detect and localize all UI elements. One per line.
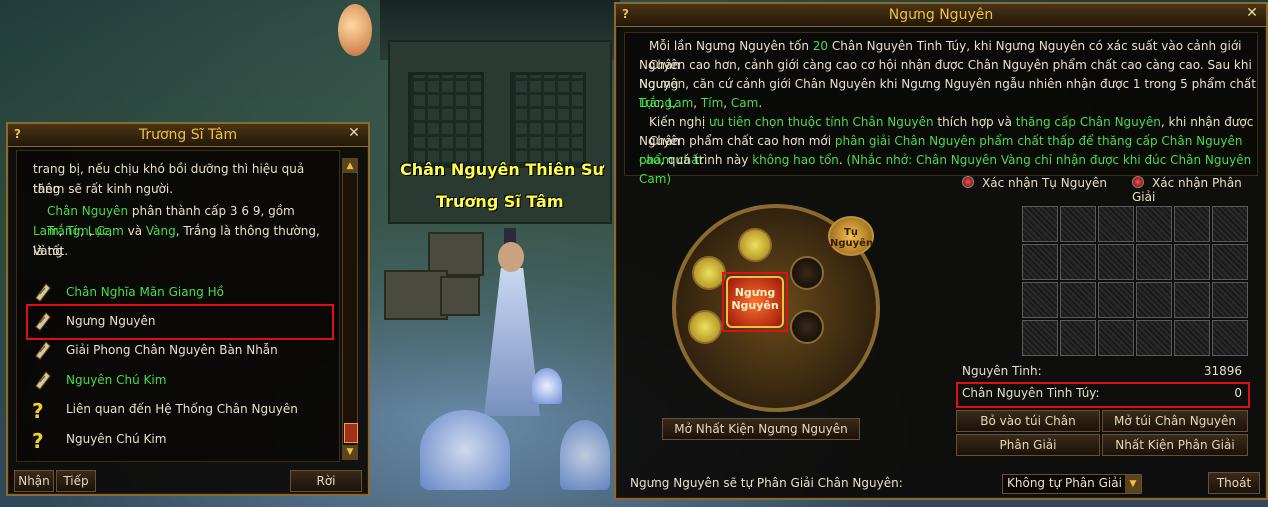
chevron-down-icon[interactable]: ▼	[1125, 475, 1141, 493]
essence-stat: Nguyên Tinh: 31896	[962, 364, 1242, 378]
receive-button[interactable]: Nhận	[14, 470, 54, 492]
grid-cell[interactable]	[1022, 320, 1058, 356]
batch-decompose-button[interactable]: Nhất Kiện Phân Giải	[1102, 434, 1248, 456]
lotus-icon	[560, 420, 610, 490]
lattice-window	[510, 72, 586, 168]
lattice-window	[408, 72, 484, 168]
description-box: Mỗi lần Ngưng Nguyên tốn 20 Chân Nguyên …	[624, 32, 1258, 186]
decompose-button[interactable]: Phân Giải	[956, 434, 1100, 456]
scrollbar[interactable]: ▲ ▼	[342, 158, 358, 460]
panel-titlebar[interactable]: ? Ngưng Nguyên ✕	[616, 4, 1266, 27]
grid-cell[interactable]	[1098, 206, 1134, 242]
lantern-icon	[338, 4, 372, 56]
question-icon: ?	[32, 399, 44, 423]
desc-line-4: Lục, Lam, Tím, Cam.	[639, 96, 763, 110]
lotus-icon	[532, 368, 562, 404]
gather-badge-button[interactable]: Tụ Nguyên	[828, 216, 874, 256]
grid-cell[interactable]	[1136, 320, 1172, 356]
open-all-button[interactable]: Mở Nhất Kiện Ngưng Nguyên	[662, 418, 860, 440]
question-icon: ?	[32, 429, 44, 453]
confirm-decompose-radio[interactable]: Xác nhận Phân Giải	[1132, 176, 1266, 204]
dialog-option-2[interactable]: Giải Phong Chân Nguyên Bàn Nhẫn	[30, 338, 330, 364]
grid-cell[interactable]	[1174, 206, 1210, 242]
wheel-slot[interactable]	[790, 310, 824, 344]
wheel-slot[interactable]	[790, 256, 824, 290]
exit-button[interactable]: Thoát	[1208, 472, 1260, 494]
close-icon[interactable]: ✕	[346, 125, 362, 141]
dialog-text-2: thêm sẽ rất kinh người.	[33, 182, 174, 196]
grid-cell[interactable]	[1212, 282, 1248, 318]
crate	[384, 270, 448, 320]
close-icon[interactable]: ✕	[1244, 5, 1260, 21]
lotus-icon	[420, 410, 510, 490]
option-label: Chân Nghĩa Mãn Giang Hồ	[66, 285, 224, 299]
dialog-text-5: là tốt.	[33, 244, 69, 258]
highlight-box	[722, 272, 788, 332]
scroll-thumb[interactable]	[344, 423, 358, 443]
grid-cell[interactable]	[1060, 320, 1096, 356]
grid-cell[interactable]	[1174, 244, 1210, 280]
grid-cell[interactable]	[1212, 244, 1248, 280]
grid-cell[interactable]	[1136, 282, 1172, 318]
grid-cell[interactable]	[1022, 206, 1058, 242]
dialog-title: Trương Sĩ Tâm	[138, 127, 238, 143]
grid-cell[interactable]	[1022, 282, 1058, 318]
npc-name: Trương Sĩ Tâm	[436, 192, 564, 211]
panel-title: Ngưng Nguyên	[888, 7, 994, 23]
grid-cell[interactable]	[1174, 320, 1210, 356]
grid-cell[interactable]	[1136, 244, 1172, 280]
radio-dot-icon	[1132, 176, 1144, 188]
grid-cell[interactable]	[1060, 244, 1096, 280]
auto-decompose-select[interactable]: Không tự Phân Giải ▼	[1002, 474, 1142, 494]
npc-title: Chân Nguyên Thiên Sư	[400, 160, 604, 179]
grid-cell[interactable]	[1060, 206, 1096, 242]
grid-cell[interactable]	[1174, 282, 1210, 318]
npc-dialog-panel: ? Trương Sĩ Tâm ✕ trang bị, nếu chịu khó…	[6, 122, 370, 496]
scroll-icon	[32, 282, 52, 302]
wheel-slot[interactable]	[692, 256, 726, 290]
grid-cell[interactable]	[1022, 244, 1058, 280]
leave-button[interactable]: Rời	[290, 470, 362, 492]
grid-cell[interactable]	[1098, 320, 1134, 356]
dialog-titlebar[interactable]: ? Trương Sĩ Tâm ✕	[8, 124, 368, 147]
dialog-option-3[interactable]: Nguyên Chú Kim	[30, 368, 330, 394]
grid-cell[interactable]	[1098, 244, 1134, 280]
grid-cell[interactable]	[1136, 206, 1172, 242]
highlight-box	[956, 382, 1250, 408]
dialog-option-4[interactable]: ? Liên quan đến Hệ Thống Chân Nguyên	[30, 397, 330, 423]
condense-panel: ? Ngưng Nguyên ✕ Mỗi lần Ngưng Nguyên tố…	[614, 2, 1268, 500]
put-in-bag-button[interactable]: Bỏ vào túi Chân Nguyên	[956, 410, 1100, 448]
scroll-down-icon[interactable]: ▼	[343, 445, 357, 459]
confirm-gather-radio[interactable]: Xác nhận Tụ Nguyên	[962, 176, 1107, 190]
grid-cell[interactable]	[1098, 282, 1134, 318]
inventory-grid	[1022, 206, 1248, 356]
wheel-slot[interactable]	[688, 310, 722, 344]
grid-cell[interactable]	[1212, 320, 1248, 356]
option-label: Liên quan đến Hệ Thống Chân Nguyên	[66, 402, 298, 416]
scroll-up-icon[interactable]: ▲	[343, 159, 357, 173]
dialog-option-0[interactable]: Chân Nghĩa Mãn Giang Hồ	[30, 280, 330, 306]
crate	[440, 276, 480, 316]
dialog-option-5[interactable]: ? Nguyên Chú Kim	[30, 427, 330, 453]
scroll-icon	[32, 340, 52, 360]
grid-cell[interactable]	[1212, 206, 1248, 242]
option-label: Giải Phong Chân Nguyên Bàn Nhẫn	[66, 343, 278, 357]
grid-cell[interactable]	[1060, 282, 1096, 318]
open-bag-button[interactable]: Mở túi Chân Nguyên	[1102, 410, 1248, 432]
scroll-icon	[32, 370, 52, 390]
wheel-slot[interactable]	[738, 228, 772, 262]
option-label: Nguyên Chú Kim	[66, 373, 167, 387]
radio-dot-icon	[962, 176, 974, 188]
option-label: Nguyên Chú Kim	[66, 432, 167, 446]
next-button[interactable]: Tiếp	[56, 470, 96, 492]
highlight-box	[26, 304, 334, 340]
auto-decompose-label: Ngưng Nguyên sẽ tự Phân Giải Chân Nguyên…	[630, 476, 903, 490]
